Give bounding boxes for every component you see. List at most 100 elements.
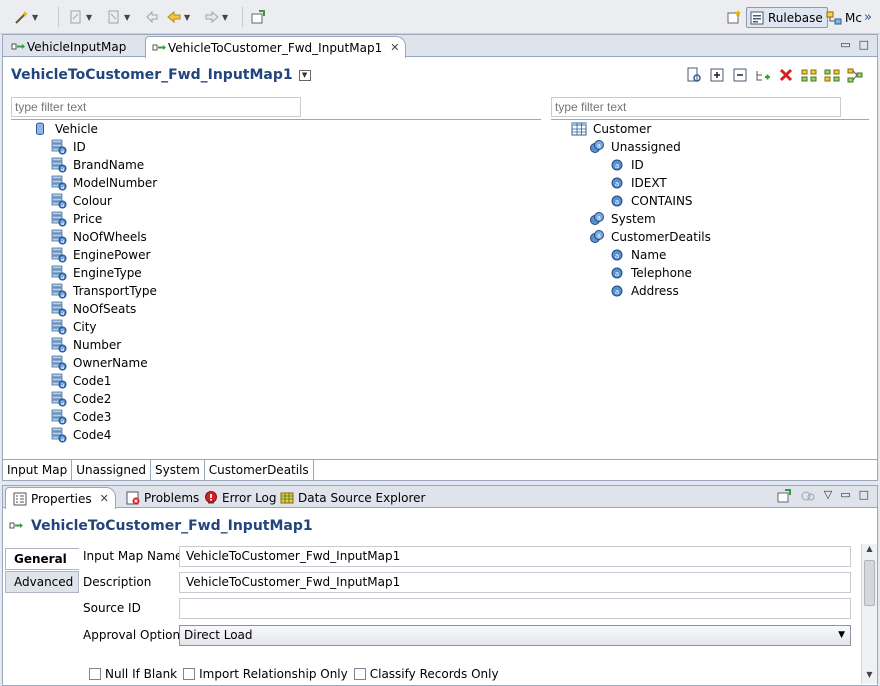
tab-properties[interactable]: Properties ✕	[5, 487, 116, 509]
close-icon[interactable]: ✕	[390, 41, 399, 54]
pin-icon[interactable]	[776, 488, 792, 504]
tree-item[interactable]: a TransportType	[51, 282, 157, 300]
tree-item[interactable]: a City	[51, 318, 97, 336]
chevron-down-icon[interactable]: ▼	[124, 13, 130, 22]
attribute-icon: a	[51, 391, 67, 407]
approval-option-select[interactable]: Direct Load ▼	[179, 625, 851, 646]
tree-group[interactable]: a System	[589, 210, 656, 228]
description-field[interactable]: VehicleToCustomer_Fwd_InputMap1	[179, 572, 851, 593]
tree-item[interactable]: a ModelNumber	[51, 174, 157, 192]
collapse-all-icon	[733, 68, 747, 82]
run-wizard-button[interactable]: ▼	[14, 8, 38, 26]
tree-item[interactable]: a IDEXT	[609, 174, 667, 192]
scroll-down-icon[interactable]: ▼	[862, 670, 877, 684]
maximize-icon[interactable]: □	[859, 488, 869, 504]
tab-customer-deatils[interactable]: CustomerDeatils	[204, 460, 314, 480]
import-relationship-only-checkbox[interactable]: Import Relationship Only	[183, 667, 348, 681]
tree-item[interactable]: a Code2	[51, 390, 111, 408]
left-filter-input[interactable]	[11, 97, 301, 117]
minimize-icon[interactable]: ▭	[840, 488, 850, 504]
tree-label: ID	[631, 158, 644, 172]
chevron-down-icon[interactable]: ▼	[222, 13, 228, 22]
tab-system[interactable]: System	[151, 460, 205, 480]
open-perspective-button[interactable]	[726, 8, 742, 26]
tree-item[interactable]: a Code3	[51, 408, 111, 426]
tree-root-vehicle[interactable]: Vehicle	[33, 120, 98, 138]
tab-vehicle-to-customer-input-map[interactable]: VehicleToCustomer_Fwd_InputMap1 ✕	[145, 36, 407, 58]
tree-item[interactable]: a NoOfWheels	[51, 228, 147, 246]
view-menu-icon[interactable]: ▽	[824, 488, 832, 504]
attribute-icon: a	[51, 247, 67, 263]
tree-group[interactable]: a Unassigned	[589, 138, 681, 156]
tab-data-source-explorer[interactable]: Data Source Explorer	[273, 487, 431, 508]
layout-horizontal-button[interactable]	[801, 67, 817, 83]
last-edit-button[interactable]	[144, 8, 160, 26]
tree-item[interactable]: a ID	[51, 138, 86, 156]
tree-item[interactable]: a EngineType	[51, 264, 142, 282]
tree-item[interactable]: a EnginePower	[51, 246, 150, 264]
back-button[interactable]: ▼	[166, 8, 190, 26]
close-icon[interactable]: ✕	[100, 492, 109, 505]
tree-root-customer[interactable]: Customer	[571, 120, 651, 138]
perspective-overflow-button[interactable]: »	[864, 7, 872, 28]
tree-item[interactable]: a Code1	[51, 372, 111, 390]
tab-unassigned[interactable]: Unassigned	[72, 460, 152, 480]
input-map-editor: VehicleInputMap VehicleToCustomer_Fwd_In…	[2, 34, 878, 481]
maximize-icon[interactable]: □	[859, 38, 869, 51]
tree-group[interactable]: a CustomerDeatils	[589, 228, 711, 246]
filter-icon[interactable]	[800, 488, 816, 504]
expand-all-button[interactable]	[709, 67, 725, 83]
view-mapping-button[interactable]	[686, 67, 702, 83]
tree-item[interactable]: a Telephone	[609, 264, 692, 282]
next-annotation-button[interactable]: ▼	[68, 8, 92, 26]
attribute-icon: a	[611, 267, 623, 279]
pin-editor-button[interactable]	[250, 8, 266, 26]
previous-annotation-button[interactable]: ▼	[106, 8, 130, 26]
chevron-down-icon[interactable]: ▼	[32, 13, 38, 22]
tree-item[interactable]: a CONTAINS	[609, 192, 693, 210]
pin-icon	[251, 10, 265, 24]
delete-mapping-button[interactable]	[778, 67, 794, 83]
title-menu-icon[interactable]: ▼	[298, 69, 311, 81]
input-map-icon	[152, 44, 166, 50]
tab-vehicle-input-map[interactable]: VehicleInputMap	[5, 36, 132, 57]
right-filter-input[interactable]	[551, 97, 841, 117]
collapse-all-button[interactable]	[732, 67, 748, 83]
perspective-rulebase[interactable]: Rulebase	[746, 7, 828, 28]
minimize-icon[interactable]: ▭	[840, 38, 850, 51]
scroll-up-icon[interactable]: ▲	[862, 544, 877, 558]
source-id-field[interactable]	[179, 598, 851, 619]
null-if-blank-checkbox[interactable]: Null If Blank	[89, 667, 177, 681]
tree-item[interactable]: a BrandName	[51, 156, 144, 174]
chevron-down-icon[interactable]: ▼	[86, 13, 92, 22]
tree-item[interactable]: a NoOfSeats	[51, 300, 136, 318]
tree-item[interactable]: a Price	[51, 210, 102, 228]
layout-tree-button[interactable]	[847, 67, 863, 83]
tree-item[interactable]: a Number	[51, 336, 121, 354]
input-map-name-field[interactable]: VehicleToCustomer_Fwd_InputMap1	[179, 546, 851, 567]
chevron-down-icon[interactable]: ▼	[184, 13, 190, 22]
tab-problems[interactable]: Problems	[119, 487, 205, 508]
classify-records-only-checkbox[interactable]: Classify Records Only	[353, 667, 499, 681]
attribute-icon: a	[51, 175, 67, 191]
svg-text:a: a	[61, 292, 65, 299]
tab-error-log[interactable]: Error Log	[197, 487, 283, 508]
tree-item[interactable]: a OwnerName	[51, 354, 148, 372]
side-tab-general[interactable]: General	[5, 548, 79, 570]
side-tab-advanced[interactable]: Advanced	[5, 571, 79, 593]
forward-button[interactable]: ▼	[204, 8, 228, 26]
scroll-thumb[interactable]	[864, 560, 875, 606]
options-checkboxes: Null If Blank Import Relationship Only C…	[89, 667, 501, 681]
tree-item[interactable]: a Name	[609, 246, 666, 264]
tree-item[interactable]: a ID	[609, 156, 644, 174]
layout-vertical-button[interactable]	[824, 67, 840, 83]
svg-text:a: a	[615, 270, 619, 278]
perspective-mc[interactable]: Mc	[826, 7, 862, 28]
add-mapping-button[interactable]	[755, 67, 771, 83]
svg-text:a: a	[61, 166, 65, 173]
vertical-scrollbar[interactable]: ▲ ▼	[861, 544, 877, 684]
tree-item[interactable]: a Colour	[51, 192, 112, 210]
tab-input-map[interactable]: Input Map	[3, 460, 73, 480]
tree-item[interactable]: a Code4	[51, 426, 111, 444]
tree-item[interactable]: a Address	[609, 282, 679, 300]
